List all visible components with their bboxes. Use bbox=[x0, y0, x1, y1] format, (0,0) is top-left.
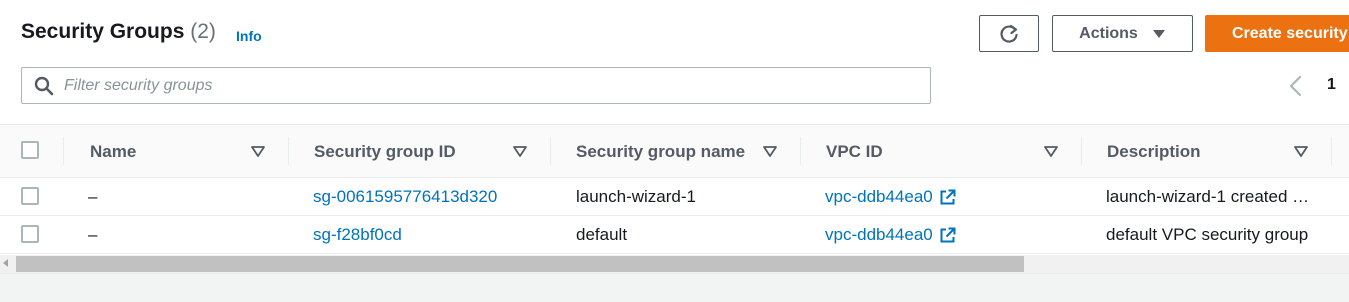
select-all-checkbox[interactable] bbox=[21, 141, 39, 159]
scrollbar-thumb[interactable] bbox=[16, 256, 1024, 272]
filter-security-groups-input[interactable] bbox=[64, 76, 904, 95]
sort-icon[interactable] bbox=[1043, 143, 1059, 159]
column-divider bbox=[1331, 137, 1332, 165]
cell-security-group-id-link[interactable]: sg-f28bf0cd bbox=[313, 216, 543, 254]
column-divider bbox=[1081, 137, 1082, 165]
column-header-description[interactable]: Description bbox=[1107, 125, 1201, 178]
column-divider bbox=[800, 137, 801, 165]
vpc-id-text: vpc-ddb44ea0 bbox=[825, 187, 933, 206]
row-select-checkbox[interactable] bbox=[21, 187, 39, 205]
description-text: launch-wizard-1 created 2021-... bbox=[1106, 187, 1310, 206]
page-footer-area bbox=[0, 273, 1349, 302]
sort-icon[interactable] bbox=[250, 143, 266, 159]
cell-security-group-id-link[interactable]: sg-0061595776413d320 bbox=[313, 178, 543, 216]
table-header-row: Name Security group ID Security group na… bbox=[0, 124, 1349, 178]
description-text: default VPC security group bbox=[1106, 225, 1309, 244]
cell-name: – bbox=[88, 225, 98, 244]
search-icon bbox=[34, 76, 54, 95]
security-group-count: (2) bbox=[190, 20, 216, 43]
actions-button[interactable]: Actions bbox=[1052, 15, 1193, 52]
column-divider bbox=[550, 137, 551, 165]
external-link-icon bbox=[940, 227, 956, 242]
column-header-vpc-id[interactable]: VPC ID bbox=[826, 125, 883, 178]
page-number-current[interactable]: 1 bbox=[1327, 76, 1336, 94]
cell-vpc-id-link[interactable]: vpc-ddb44ea0 bbox=[825, 178, 1065, 216]
page-title: Security Groups (2) bbox=[21, 20, 216, 44]
sort-icon[interactable] bbox=[512, 143, 528, 159]
cell-security-group-name: default bbox=[576, 225, 628, 244]
previous-page-icon[interactable] bbox=[1287, 74, 1305, 98]
column-divider bbox=[288, 137, 289, 165]
info-link[interactable]: Info bbox=[236, 28, 262, 44]
table-row[interactable]: – sg-0061595776413d320 launch-wizard-1 v… bbox=[0, 178, 1349, 216]
refresh-icon bbox=[1000, 24, 1018, 43]
sort-icon[interactable] bbox=[1293, 143, 1309, 159]
external-link-icon bbox=[940, 189, 956, 204]
filter-search-box[interactable] bbox=[21, 67, 931, 104]
actions-label: Actions bbox=[1079, 24, 1138, 42]
create-security-group-button[interactable]: Create security group bbox=[1205, 15, 1349, 52]
cell-vpc-id-link[interactable]: vpc-ddb44ea0 bbox=[825, 216, 1065, 254]
security-groups-table: Name Security group ID Security group na… bbox=[0, 124, 1349, 254]
cell-security-group-name: launch-wizard-1 bbox=[576, 187, 696, 206]
table-row[interactable]: – sg-f28bf0cd default vpc-ddb44ea0 defau… bbox=[0, 216, 1349, 254]
create-security-group-label: Create security group bbox=[1232, 24, 1349, 42]
horizontal-scrollbar[interactable] bbox=[0, 255, 1349, 273]
row-select-checkbox[interactable] bbox=[21, 225, 39, 243]
column-divider bbox=[63, 137, 64, 165]
cell-name: – bbox=[88, 187, 98, 206]
column-header-security-group-name[interactable]: Security group name bbox=[576, 125, 745, 178]
page-title-text: Security Groups bbox=[21, 20, 185, 43]
column-header-security-group-id[interactable]: Security group ID bbox=[314, 125, 456, 178]
cell-description: launch-wizard-1 created 2021-... bbox=[1106, 178, 1310, 216]
scroll-left-icon[interactable] bbox=[3, 259, 8, 267]
cell-description: default VPC security group bbox=[1106, 216, 1310, 254]
vpc-id-text: vpc-ddb44ea0 bbox=[825, 225, 933, 244]
caret-down-icon bbox=[1152, 29, 1165, 38]
refresh-button[interactable] bbox=[979, 15, 1039, 52]
sort-icon[interactable] bbox=[762, 143, 778, 159]
column-header-name[interactable]: Name bbox=[90, 125, 136, 178]
page-header: Security Groups (2) Info Actions Create … bbox=[0, 0, 1349, 125]
